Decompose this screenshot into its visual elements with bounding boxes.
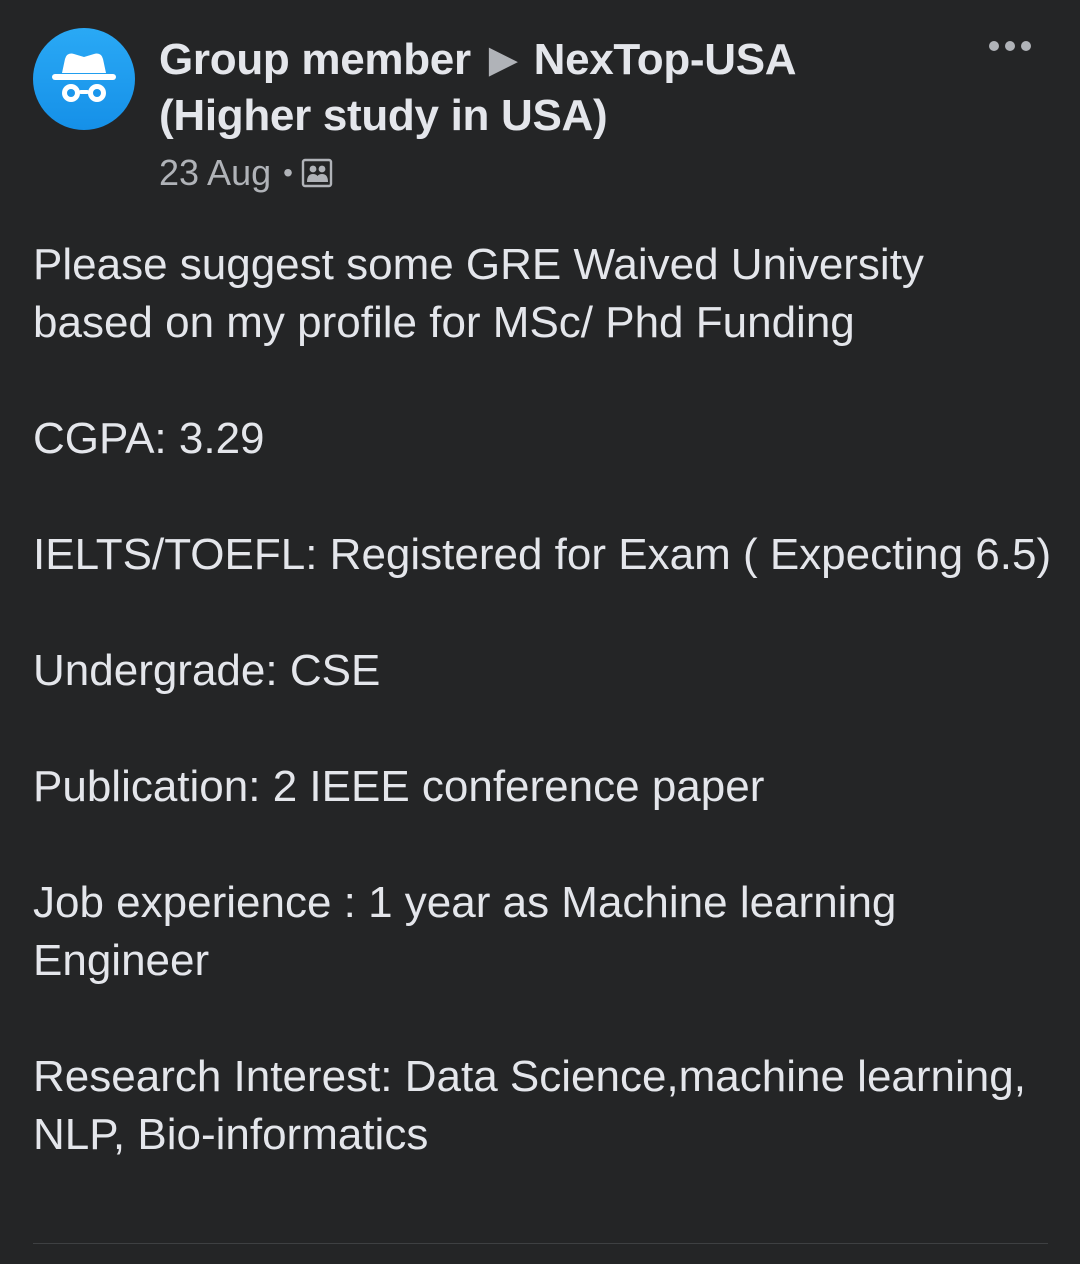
post-paragraph-job: Job experience : 1 year as Machine learn… <box>33 878 897 985</box>
post-header-title: Group member ▶ NexTop-USA (Higher study … <box>159 32 859 144</box>
author-name[interactable]: Group member <box>159 35 471 84</box>
ellipsis-icon <box>989 41 1031 51</box>
post-paragraph-request: Please suggest some GRE Waived Universit… <box>33 240 924 347</box>
incognito-icon <box>52 53 116 102</box>
anonymous-avatar[interactable] <box>33 28 135 130</box>
arrow-right-icon: ▶ <box>488 39 518 81</box>
post-date[interactable]: 23 Aug <box>159 152 271 194</box>
post-paragraph-research: Research Interest: Data Science,machine … <box>33 1052 1026 1159</box>
group-post: Group member ▶ NexTop-USA (Higher study … <box>0 0 1080 1264</box>
meta-separator-dot: • <box>283 157 293 188</box>
post-paragraph-undergrad: Undergrade: CSE <box>33 646 381 695</box>
post-paragraph-cgpa: CGPA: 3.29 <box>33 414 265 463</box>
members-group-icon[interactable] <box>301 157 333 189</box>
post-paragraph-publication: Publication: 2 IEEE conference paper <box>33 762 765 811</box>
post-divider <box>33 1243 1048 1244</box>
post-meta: 23 Aug • <box>159 150 333 196</box>
post-paragraph-ielts: IELTS/TOEFL: Registered for Exam ( Expec… <box>33 530 1052 579</box>
post-body: Please suggest some GRE Waived Universit… <box>33 236 1053 1164</box>
more-options-button[interactable] <box>982 30 1038 62</box>
